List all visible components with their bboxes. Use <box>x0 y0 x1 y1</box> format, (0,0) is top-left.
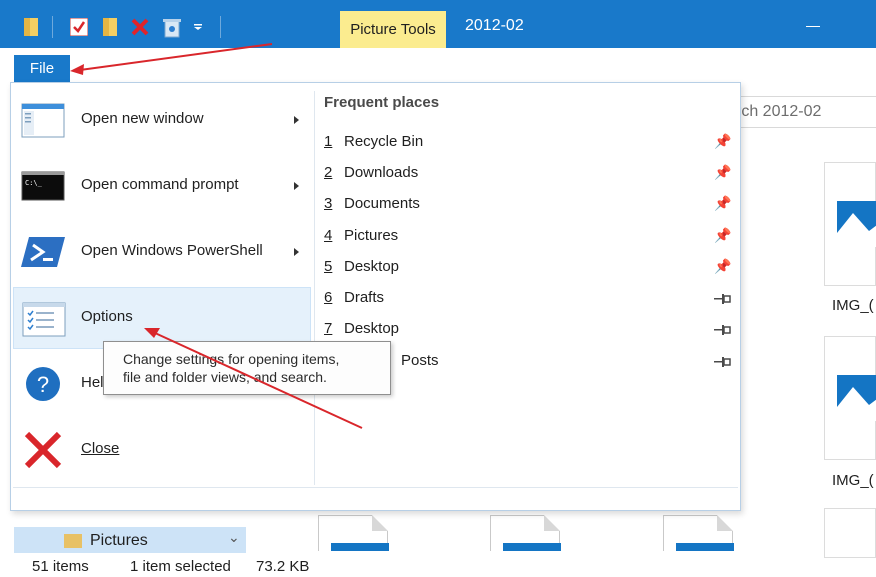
nav-item-pictures[interactable]: Pictures ⌄ <box>14 527 246 553</box>
search-placeholder: rch 2012-02 <box>736 103 822 120</box>
close-icon <box>24 431 62 469</box>
place-name: Desktop <box>344 320 400 337</box>
powershell-icon <box>21 237 65 267</box>
submenu-arrow-icon <box>294 248 299 256</box>
menu-item-label: Options <box>81 308 133 325</box>
menu-item-label: Open Windows PowerShell <box>81 242 263 259</box>
arrow-to-file-tab <box>70 43 273 75</box>
place-number: 1 <box>324 133 333 150</box>
tooltip-line: Change settings for opening items, <box>123 351 340 367</box>
options-tooltip: Change settings for opening items, file … <box>103 341 391 395</box>
recycle-bin-icon[interactable] <box>163 18 181 38</box>
pinned-icon[interactable]: 📌 <box>714 195 731 212</box>
minimize-button[interactable] <box>806 26 820 27</box>
svg-text:C:\_: C:\_ <box>25 179 43 187</box>
toolbar-separator <box>220 16 221 38</box>
item-count: 51 items <box>32 558 89 575</box>
frequent-place-item[interactable]: 3 Documents 📌 <box>316 189 738 219</box>
menu-item-open-command-prompt[interactable]: C:\_ Open command prompt <box>13 155 311 217</box>
folder-icon[interactable] <box>24 18 38 36</box>
command-prompt-icon: C:\_ <box>21 171 65 201</box>
menu-item-label: Open command prompt <box>81 176 239 193</box>
place-name: Documents <box>344 195 420 212</box>
unpinned-icon[interactable] <box>714 292 732 306</box>
menu-item-label: Open new window <box>81 110 204 127</box>
menu-item-open-new-window[interactable]: Open new window <box>13 89 311 151</box>
file-name-label[interactable]: IMG_( <box>832 297 874 314</box>
frequent-place-item[interactable]: 1 Recycle Bin 📌 <box>316 127 738 157</box>
window-icon <box>21 103 65 138</box>
file-tab[interactable]: File <box>14 55 70 82</box>
nav-item-label: Pictures <box>90 532 148 549</box>
file-thumbnail[interactable] <box>824 162 876 286</box>
window-title: 2012-02 <box>465 17 524 34</box>
menu-divider <box>13 487 738 488</box>
file-thumbnail[interactable] <box>663 515 734 551</box>
place-number: 6 <box>324 289 333 306</box>
file-thumbnail[interactable] <box>318 515 389 551</box>
picture-tools-context-tab[interactable]: Picture Tools <box>340 11 446 48</box>
file-thumbnail[interactable] <box>824 336 876 460</box>
delete-icon[interactable] <box>131 18 149 36</box>
frequent-place-item[interactable]: 2 Downloads 📌 <box>316 158 738 188</box>
options-icon <box>22 302 66 337</box>
frequent-place-item[interactable]: 4 Pictures 📌 <box>316 221 738 251</box>
place-name: Drafts <box>344 289 385 306</box>
menu-item-options[interactable]: Options <box>13 287 311 349</box>
frequent-place-item[interactable]: 6 Drafts <box>316 283 738 313</box>
file-thumbnail[interactable] <box>490 515 561 551</box>
search-input[interactable]: rch 2012-02 <box>735 96 876 128</box>
help-icon: ? <box>26 367 60 401</box>
file-thumbnail[interactable] <box>824 508 876 558</box>
submenu-arrow-icon <box>294 182 299 190</box>
menu-item-label: Close <box>81 440 120 457</box>
place-name: Desktop <box>344 258 400 275</box>
menu-divider <box>314 91 315 485</box>
menu-item-label: Hel <box>81 374 104 391</box>
tooltip-line: file and folder views, and search. <box>123 369 327 385</box>
status-bar: 51 items 1 item selected 73.2 KB <box>0 553 876 577</box>
place-number: 5 <box>324 258 333 275</box>
pinned-icon[interactable]: 📌 <box>714 133 731 150</box>
file-name-label[interactable]: IMG_( <box>832 472 874 489</box>
frequent-place-item[interactable]: 7 Desktop <box>316 314 738 344</box>
submenu-arrow-icon <box>294 116 299 124</box>
file-menu: Open new window C:\_ Open command prompt… <box>10 82 741 511</box>
pictures-folder-icon <box>64 534 82 548</box>
menu-item-open-powershell[interactable]: Open Windows PowerShell <box>13 221 311 283</box>
unpinned-icon[interactable] <box>714 323 732 337</box>
selection-count: 1 item selected <box>130 558 231 575</box>
chevron-down-icon[interactable]: ⌄ <box>228 529 240 546</box>
properties-icon[interactable] <box>70 18 88 36</box>
selection-size: 73.2 KB <box>256 558 310 575</box>
image-file-icon <box>837 201 876 247</box>
place-number: 2 <box>324 164 333 181</box>
pinned-icon[interactable]: 📌 <box>714 164 731 181</box>
menu-item-close[interactable]: Close <box>13 419 311 481</box>
toolbar-separator <box>52 16 53 38</box>
title-bar: Picture Tools 2012-02 <box>0 0 876 48</box>
place-number: 7 <box>324 320 333 337</box>
unpinned-icon[interactable] <box>714 355 732 369</box>
place-number: 4 <box>324 227 333 244</box>
image-file-icon <box>837 375 876 421</box>
frequent-places-header: Frequent places <box>324 94 440 111</box>
pinned-icon[interactable]: 📌 <box>714 258 731 275</box>
place-name: Posts <box>401 352 439 369</box>
frequent-place-item[interactable]: 5 Desktop 📌 <box>316 252 738 282</box>
pinned-icon[interactable]: 📌 <box>714 227 731 244</box>
new-folder-icon[interactable] <box>103 18 117 36</box>
customize-toolbar-chevron-icon[interactable] <box>194 24 202 30</box>
place-name: Downloads <box>344 164 419 181</box>
place-number: 3 <box>324 195 333 212</box>
place-name: Recycle Bin <box>344 133 424 150</box>
place-name: Pictures <box>344 227 399 244</box>
svg-text:?: ? <box>37 372 49 397</box>
